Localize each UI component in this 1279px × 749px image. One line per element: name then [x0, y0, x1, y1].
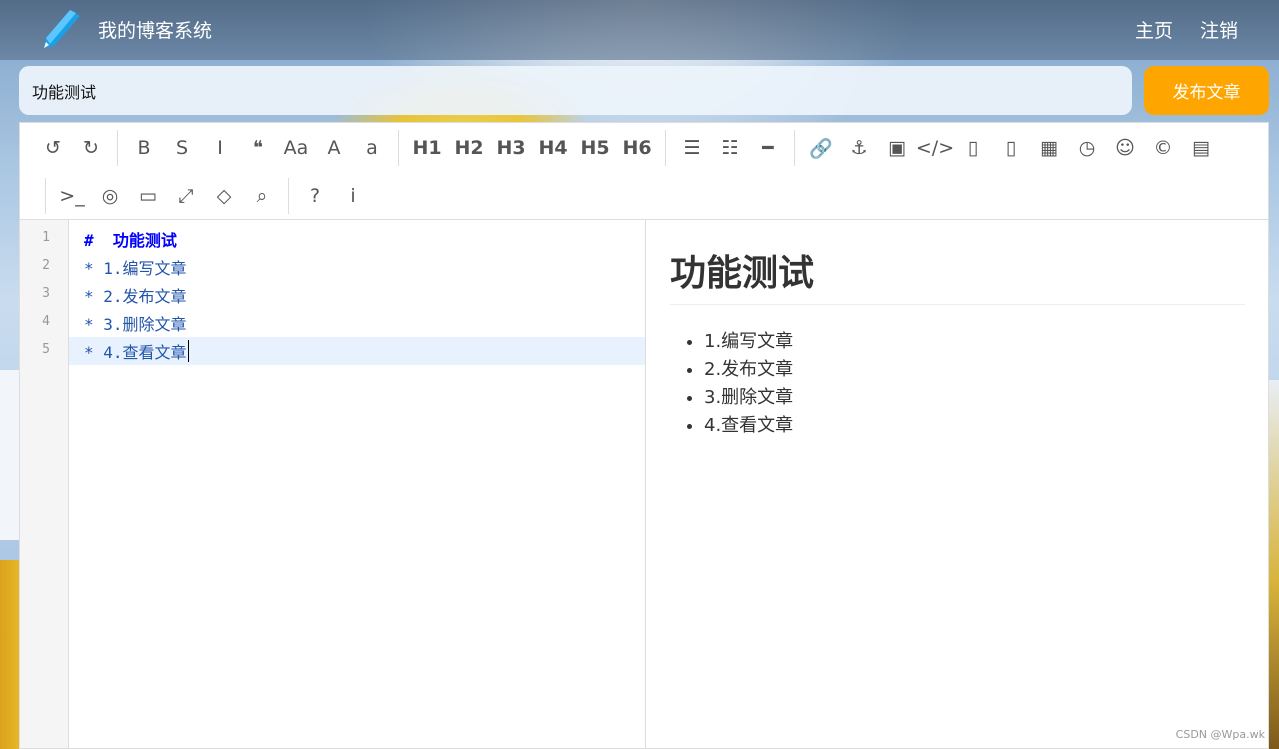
code-line-text: * 2.发布文章 — [84, 287, 187, 306]
redo-icon[interactable]: ↻ — [72, 128, 110, 168]
datetime-icon[interactable]: ◷ — [1068, 128, 1106, 168]
preformatted-icon[interactable]: ▯ — [992, 128, 1030, 168]
top-nav: 我的博客系统 主页 注销 — [0, 0, 1279, 60]
line-number: 4 — [42, 314, 50, 329]
line-number: 5 — [42, 342, 50, 357]
nav-home-link[interactable]: 主页 — [1135, 16, 1173, 43]
toolbar-row-1: ↺ ↻ B S I ❝ Aa Aa H1 H2 H3 H4 H5 H6 ☰ ☷ ━ 🔗 ⚓ ▣ </> ▯ ▯ ▦ ◷ ☺ © ▤ — [34, 126, 1220, 170]
toolbar-separator — [665, 130, 666, 166]
strikethrough-icon[interactable]: S — [163, 128, 201, 168]
uppercase-icon[interactable]: Aa — [277, 128, 315, 168]
preview-list-item: 3.删除文章 — [704, 384, 793, 412]
info-icon[interactable]: i — [334, 176, 372, 216]
capitalize-icon[interactable]: A — [315, 128, 353, 168]
image-icon[interactable]: ▣ — [878, 128, 916, 168]
preview-list-item: 4.查看文章 — [704, 412, 793, 440]
emoji-icon[interactable]: ☺ — [1106, 128, 1144, 168]
search-icon[interactable]: ⌕ — [243, 176, 281, 216]
h1-button[interactable]: H1 — [406, 128, 448, 168]
line-number: 2 — [42, 258, 50, 273]
line-number: 3 — [42, 286, 50, 301]
clear-icon[interactable]: ◇ — [205, 176, 243, 216]
italic-icon[interactable]: I — [201, 128, 239, 168]
h6-button[interactable]: H6 — [616, 128, 658, 168]
ordered-list-icon[interactable]: ☷ — [711, 128, 749, 168]
toolbar-separator — [398, 130, 399, 166]
article-title-input[interactable] — [19, 66, 1132, 115]
markdown-preview-pane: 功能测试 1.编写文章 2.发布文章 3.删除文章 4.查看文章 — [646, 220, 1268, 748]
markdown-source-pane[interactable]: # 功能测试 * 1.编写文章 * 2.发布文章 * 3.删除文章 * 4.查看… — [69, 220, 645, 748]
hide-preview-icon[interactable]: ◎ — [91, 176, 129, 216]
toolbar-separator — [288, 178, 289, 214]
toolbar-row-2: >_ ◎ ▭ ⤢ ◇ ⌕? i — [38, 174, 372, 218]
h3-button[interactable]: H3 — [490, 128, 532, 168]
toolbar-separator — [117, 130, 118, 166]
horizontal-rule-icon[interactable]: ━ — [749, 128, 787, 168]
site-title: 我的博客系统 — [98, 20, 213, 42]
code-line-active[interactable]: * 4.查看文章 — [69, 337, 645, 365]
h5-button[interactable]: H5 — [574, 128, 616, 168]
line-number-gutter: 1 2 3 4 5 — [20, 220, 69, 748]
code-line[interactable]: * 1.编写文章 — [69, 253, 645, 281]
code-line[interactable]: * 3.删除文章 — [69, 309, 645, 337]
preview-list-item: 2.发布文章 — [704, 356, 793, 384]
code-line-text: * 1.编写文章 — [84, 259, 187, 278]
code-block-icon[interactable]: ▯ — [954, 128, 992, 168]
pagebreak-icon[interactable]: ▤ — [1182, 128, 1220, 168]
h2-button[interactable]: H2 — [448, 128, 490, 168]
html-entities-icon[interactable]: © — [1144, 128, 1182, 168]
preview-list-item: 1.编写文章 — [704, 328, 793, 356]
code-line-text: # 功能测试 — [84, 231, 177, 250]
lowercase-icon[interactable]: a — [353, 128, 391, 168]
help-icon[interactable]: ? — [296, 176, 334, 216]
table-icon[interactable]: ▦ — [1030, 128, 1068, 168]
markdown-editor: ↺ ↻ B S I ❝ Aa Aa H1 H2 H3 H4 H5 H6 ☰ ☷ ━ 🔗 ⚓ ▣ </> ▯ ▯ ▦ ◷ ☺ © ▤ >… — [19, 122, 1269, 749]
anchor-icon[interactable]: ⚓ — [840, 128, 878, 168]
editor-toolbar: ↺ ↻ B S I ❝ Aa Aa H1 H2 H3 H4 H5 H6 ☰ ☷ ━ 🔗 ⚓ ▣ </> ▯ ▯ ▦ ◷ ☺ © ▤ >… — [20, 123, 1268, 220]
preview-heading: 功能测试 — [670, 244, 1245, 305]
watch-icon[interactable]: ▭ — [129, 176, 167, 216]
text-caret — [187, 340, 189, 362]
toolbar-separator — [45, 178, 46, 214]
h4-button[interactable]: H4 — [532, 128, 574, 168]
publish-article-button[interactable]: 发布文章 — [1144, 66, 1269, 115]
fullscreen-icon[interactable]: ⤢ — [167, 176, 205, 216]
quote-icon[interactable]: ❝ — [239, 128, 277, 168]
code-line[interactable]: # 功能测试 — [69, 225, 645, 253]
watermark: CSDN @Wpa.wk — [1175, 728, 1265, 741]
toolbar-separator — [794, 130, 795, 166]
link-icon[interactable]: 🔗 — [802, 128, 840, 168]
code-line-text: * 3.删除文章 — [84, 315, 187, 334]
pen-logo-icon — [44, 10, 80, 48]
code-line-text: * 4.查看文章 — [84, 343, 187, 362]
code-icon[interactable]: </> — [916, 128, 954, 168]
code-line[interactable]: * 2.发布文章 — [69, 281, 645, 309]
nav-logout-link[interactable]: 注销 — [1200, 16, 1238, 43]
preview-list: 1.编写文章 2.发布文章 3.删除文章 4.查看文章 — [686, 328, 793, 440]
bold-icon[interactable]: B — [125, 128, 163, 168]
terminal-icon[interactable]: >_ — [53, 176, 91, 216]
undo-icon[interactable]: ↺ — [34, 128, 72, 168]
line-number: 1 — [42, 230, 50, 245]
unordered-list-icon[interactable]: ☰ — [673, 128, 711, 168]
